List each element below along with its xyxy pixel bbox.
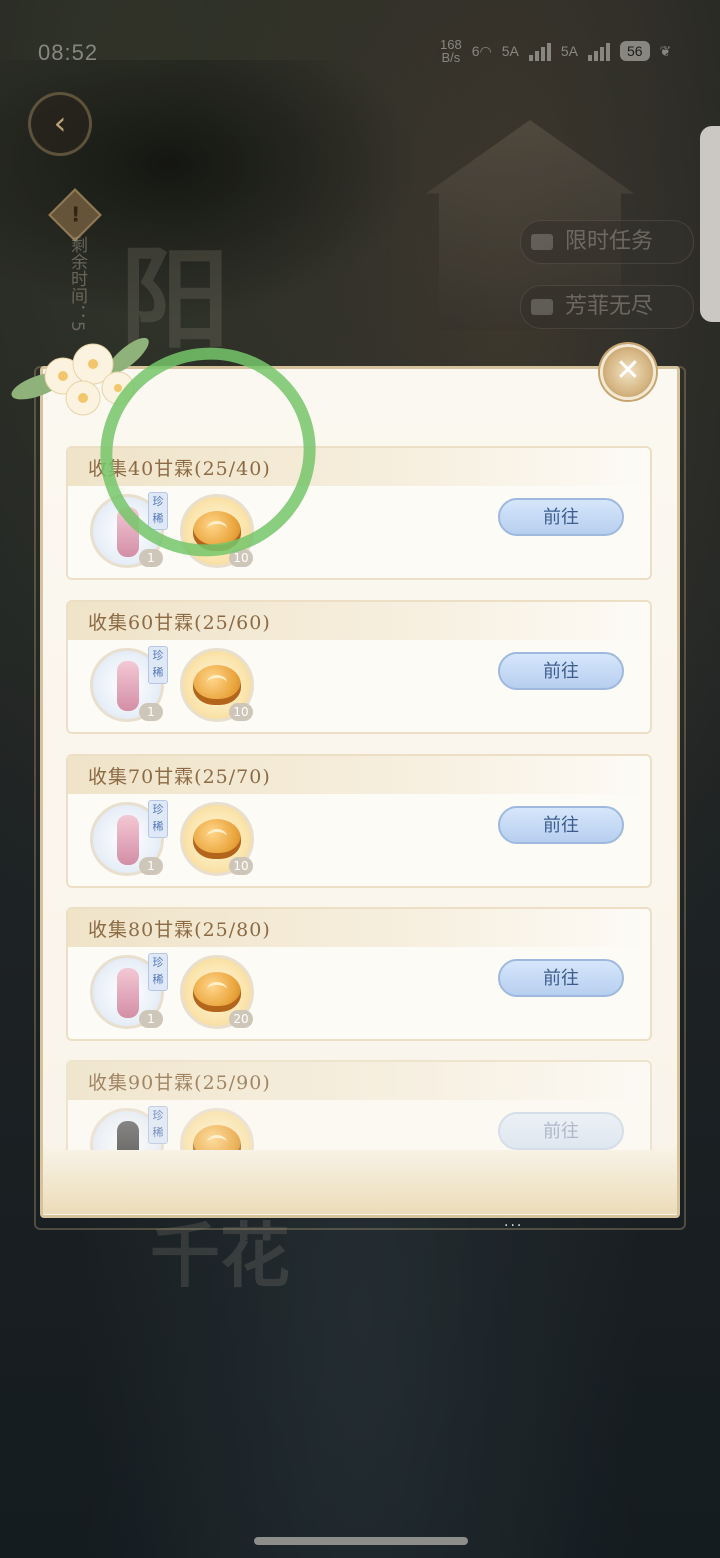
task-list[interactable]: 收集40甘霖(25/40) 1 珍稀 10 前往 收集60甘霖(25/60) 1…	[62, 446, 654, 1150]
go-button[interactable]: 前往	[498, 652, 624, 690]
cake-icon	[193, 972, 241, 1012]
coin-quantity: 10	[229, 857, 253, 875]
go-button[interactable]: 前往	[498, 1112, 624, 1150]
reward-coin-icon[interactable]: 10	[180, 802, 254, 876]
shoe-icon	[117, 815, 139, 865]
task-card: 收集70甘霖(25/70) 1 珍稀 10 前往	[66, 754, 652, 888]
item-quantity: 1	[139, 1010, 163, 1028]
task-card: 收集80甘霖(25/80) 1 珍稀 20 前往	[66, 907, 652, 1041]
reward-coin-icon[interactable]: 10	[180, 648, 254, 722]
more-dots-icon: ···	[504, 1218, 524, 1234]
cake-icon	[193, 665, 241, 705]
cake-icon	[193, 1125, 241, 1150]
reward-coin-icon[interactable]	[180, 1108, 254, 1150]
rare-badge: 珍稀	[148, 800, 168, 838]
item-quantity: 1	[139, 703, 163, 721]
item-quantity: 1	[139, 549, 163, 567]
task-title: 收集70甘霖(25/70)	[88, 766, 271, 788]
task-title: 收集80甘霖(25/80)	[88, 919, 271, 941]
go-button[interactable]: 前往	[498, 498, 624, 536]
reward-coin-icon[interactable]: 20	[180, 955, 254, 1029]
coin-quantity: 10	[229, 703, 253, 721]
close-icon[interactable]: ✕	[600, 344, 656, 400]
item-quantity: 1	[139, 857, 163, 875]
rare-badge: 珍稀	[148, 1106, 168, 1144]
hair-ornament-icon	[117, 1121, 139, 1150]
task-title: 收集90甘霖(25/90)	[88, 1072, 271, 1094]
task-card: 收集90甘霖(25/90) 珍稀 前往	[66, 1060, 652, 1150]
rare-badge: 珍稀	[148, 646, 168, 684]
coin-quantity: 20	[229, 1010, 253, 1028]
ribbon-icon	[117, 661, 139, 711]
task-title: 收集60甘霖(25/60)	[88, 612, 271, 634]
rare-badge: 珍稀	[148, 953, 168, 991]
go-button[interactable]: 前往	[498, 806, 624, 844]
cake-icon	[193, 819, 241, 859]
go-button[interactable]: 前往	[498, 959, 624, 997]
task-card: 收集60甘霖(25/60) 1 珍稀 10 前往	[66, 600, 652, 734]
tassel-icon	[117, 968, 139, 1018]
home-indicator[interactable]	[254, 1537, 468, 1545]
